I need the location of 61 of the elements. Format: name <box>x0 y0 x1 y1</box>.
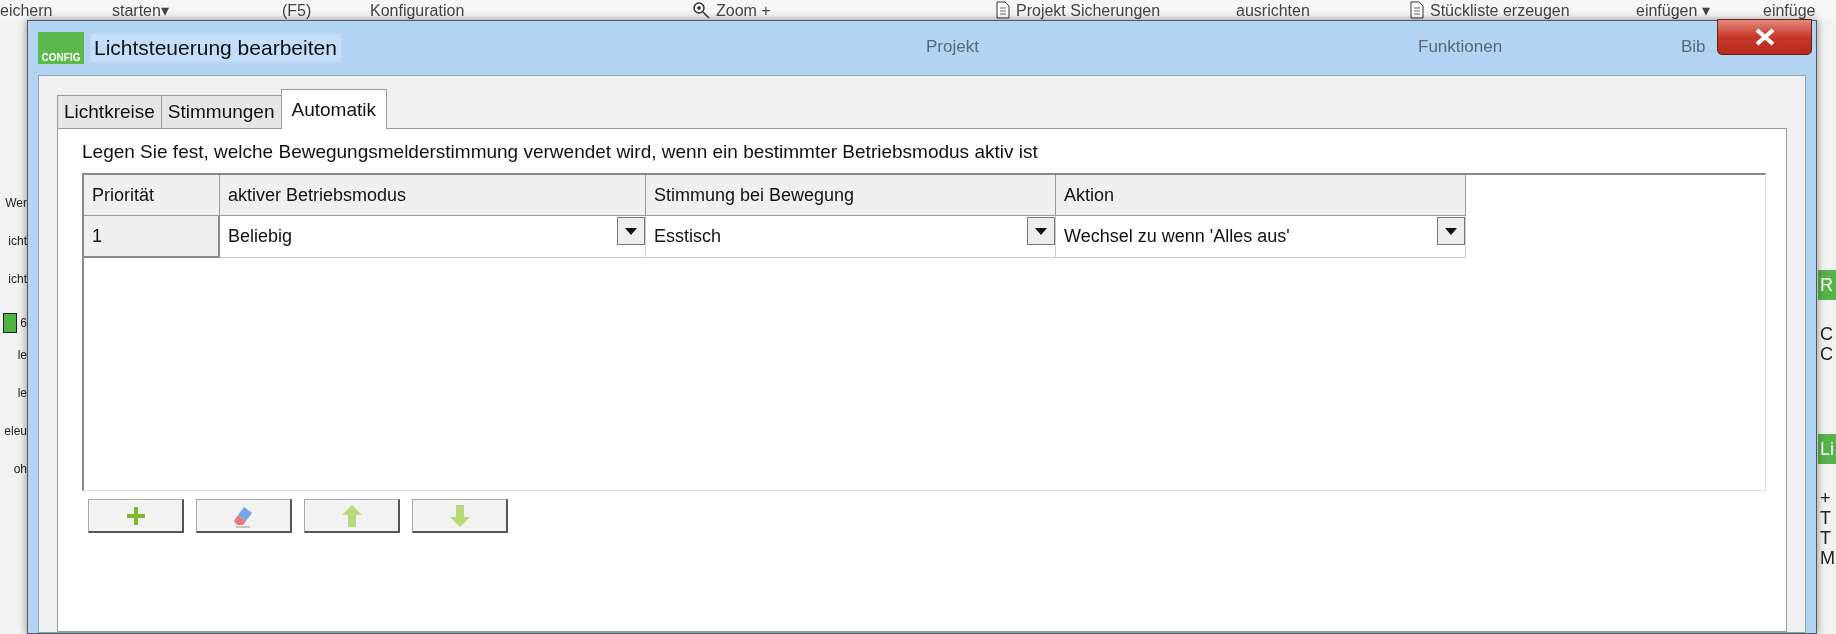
tab[interactable]: Lichtkreise <box>57 95 162 128</box>
panel-text: M <box>1819 548 1836 568</box>
window-title: Lichtsteuerung bearbeiten <box>90 34 341 62</box>
ribbon-label[interactable]: eichern <box>0 0 53 20</box>
plus-icon <box>125 505 146 526</box>
table-cell: 1 <box>84 216 220 258</box>
cell-value: Esstisch <box>654 226 722 247</box>
close-icon <box>1753 28 1776 46</box>
column-header[interactable]: Aktion <box>1056 175 1466 216</box>
checkbox[interactable] <box>3 313 18 333</box>
ribbon-label[interactable]: einfügen ▾ <box>1636 0 1710 20</box>
ribbon-group-label: Bib <box>1681 37 1706 57</box>
dropdown-button[interactable] <box>617 217 645 245</box>
tab[interactable]: Stimmungen <box>160 95 282 128</box>
dropdown-field[interactable]: Esstisch <box>646 216 1056 258</box>
panel-header: R <box>1818 270 1836 300</box>
zoom-icon <box>692 1 710 19</box>
arrow-up-icon <box>340 503 363 528</box>
panel-text: oh <box>13 461 27 478</box>
panel-text: + <box>1819 488 1832 508</box>
panel-text: 6 <box>20 315 27 332</box>
ribbon-label[interactable]: Konfiguration <box>370 0 465 20</box>
panel-text: C <box>1819 344 1834 364</box>
ribbon-label[interactable]: einfüge <box>1763 0 1816 20</box>
ribbon-group-label: Projekt <box>926 37 980 57</box>
column-header[interactable]: Priorität <box>84 175 220 216</box>
column-header[interactable]: Stimmung bei Bewegung <box>646 175 1056 216</box>
dropdown-button[interactable] <box>1027 217 1055 245</box>
panel-text: eleu <box>4 423 27 440</box>
description-text: Legen Sie fest, welche Bewegungsmelderstimmung verwendet wird, wenn ein bestimmter Betriebsmodus aktiv ist <box>82 141 1039 163</box>
tab[interactable]: Automatik <box>280 89 387 129</box>
caret-icon <box>1445 227 1457 235</box>
ribbon-group-label: Funktionen <box>1418 37 1504 57</box>
ribbon-label[interactable]: Projekt Sicherungen <box>1016 0 1161 20</box>
panel-header: Li <box>1818 434 1836 464</box>
cell-value: Wechsel zu wenn 'Alles aus' <box>1064 226 1290 247</box>
dropdown-field[interactable]: Beliebig <box>220 216 646 258</box>
caret-icon <box>625 227 637 235</box>
erase-button[interactable] <box>196 499 292 533</box>
panel-text: icht <box>8 233 27 250</box>
caret-icon <box>1035 227 1047 235</box>
ribbon-label[interactable]: ausrichten <box>1236 0 1310 20</box>
ribbon-label[interactable]: (F5) <box>282 0 312 20</box>
panel-text: C <box>1819 324 1834 344</box>
icon-label: CONFIG <box>41 52 81 64</box>
panel-text: T <box>1819 528 1832 548</box>
panel-text: T <box>1819 508 1832 528</box>
panel-text: Wer <box>5 195 27 212</box>
panel-text: icht <box>8 271 27 288</box>
column-header[interactable]: aktiver Betriebsmodus <box>220 175 646 216</box>
cell-value: Beliebig <box>228 226 293 247</box>
dropdown-button[interactable] <box>1437 217 1465 245</box>
panel-text: le <box>17 347 27 364</box>
close-button[interactable] <box>1717 19 1812 55</box>
ribbon-label[interactable]: Zoom + <box>716 0 771 20</box>
ribbon-label[interactable]: starten▾ <box>112 0 169 20</box>
add-button[interactable] <box>88 499 184 533</box>
ribbon-label[interactable]: Stückliste erzeugen <box>1430 0 1570 20</box>
dropdown-field[interactable]: Wechsel zu wenn 'Alles aus' <box>1056 216 1466 258</box>
panel-text: le <box>17 385 27 402</box>
arrow-down-icon <box>448 503 471 528</box>
